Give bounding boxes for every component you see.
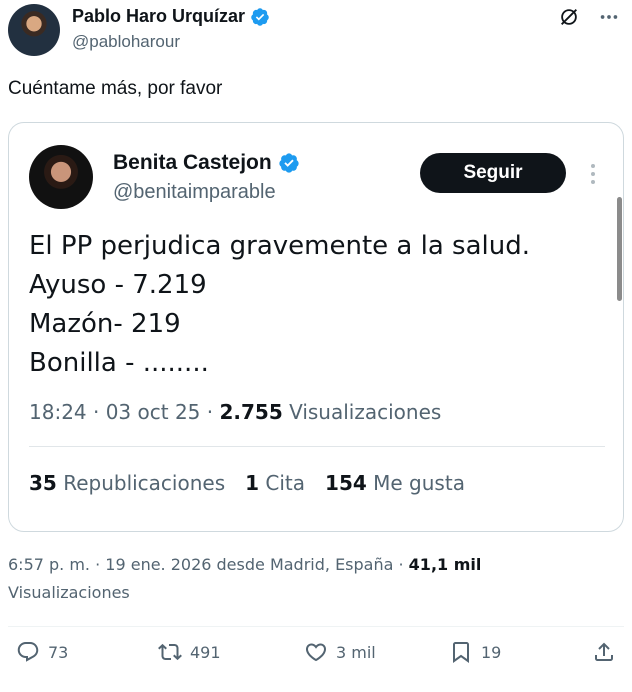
like-count: 3 mil xyxy=(336,642,376,662)
action-bar: 73 491 3 mil 19 xyxy=(0,640,632,676)
quoted-author-name[interactable]: Benita Castejon xyxy=(113,151,300,175)
repost-icon xyxy=(158,643,182,661)
quoted-line: El PP perjudica gravemente a la salud. xyxy=(29,231,530,261)
author-name-text: Pablo Haro Urquízar xyxy=(72,6,246,26)
quoted-tweet-card[interactable]: Benita Castejon @benitaimparable Seguir … xyxy=(8,122,624,532)
scrollbar-thumb[interactable] xyxy=(617,197,622,301)
quoted-line: Ayuso - 7.219 xyxy=(29,270,207,300)
post-views-label: Visualizaciones xyxy=(8,583,130,602)
quoted-tweet-text: El PP perjudica gravemente a la salud. A… xyxy=(29,227,530,383)
reply-count: 73 xyxy=(48,642,69,662)
quoted-author-handle[interactable]: @benitaimparable xyxy=(113,181,276,204)
repost-button[interactable]: 491 xyxy=(158,640,221,664)
quoted-timestamp[interactable]: 18:24 · 03 oct 25 · xyxy=(29,400,219,424)
quoted-views-count: 2.755 xyxy=(219,400,283,424)
verified-badge-icon xyxy=(279,153,299,173)
quoted-views-label: Visualizaciones xyxy=(282,400,442,424)
tweet-text: Cuéntame más, por favor xyxy=(8,78,223,99)
share-icon xyxy=(595,642,613,661)
like-icon xyxy=(305,643,327,662)
more-icon[interactable] xyxy=(598,6,620,28)
quoted-reposts[interactable]: 35 Republicaciones xyxy=(29,471,225,495)
repost-count: 491 xyxy=(190,642,221,662)
divider xyxy=(29,446,605,447)
post-meta: 6:57 p. m. · 19 ene. 2026 desde Madrid, … xyxy=(8,555,481,574)
quoted-author-avatar[interactable] xyxy=(29,145,93,209)
author-avatar[interactable] xyxy=(8,4,60,56)
author-handle[interactable]: @pabloharour xyxy=(72,32,180,52)
bookmark-button[interactable]: 19 xyxy=(449,640,501,664)
quoted-author-name-text: Benita Castejon xyxy=(113,151,272,174)
grok-icon[interactable] xyxy=(558,6,580,28)
quoted-line: Bonilla - ........ xyxy=(29,348,209,378)
quoted-quotes[interactable]: 1 Cita xyxy=(245,471,305,495)
post-views-count: 41,1 mil xyxy=(408,555,482,574)
quoted-likes[interactable]: 154 Me gusta xyxy=(325,471,465,495)
quoted-tweet-meta: 18:24 · 03 oct 25 · 2.755 Visualizacione… xyxy=(29,400,441,424)
reply-icon xyxy=(17,642,39,662)
author-name[interactable]: Pablo Haro Urquízar xyxy=(72,6,270,27)
bookmark-icon xyxy=(453,642,469,663)
post-timestamp[interactable]: 6:57 p. m. · 19 ene. 2026 desde Madrid, … xyxy=(8,555,409,574)
share-button[interactable] xyxy=(592,640,616,664)
more-vertical-icon[interactable] xyxy=(583,161,603,187)
follow-button[interactable]: Seguir xyxy=(420,153,566,193)
reply-button[interactable]: 73 xyxy=(16,640,68,664)
divider xyxy=(8,626,624,627)
quoted-line: Mazón- 219 xyxy=(29,309,181,339)
bookmark-count: 19 xyxy=(481,642,502,662)
quoted-tweet-stats: 35 Republicaciones 1 Cita 154 Me gusta xyxy=(29,471,465,495)
verified-badge-icon xyxy=(251,7,269,26)
like-button[interactable]: 3 mil xyxy=(304,640,376,664)
